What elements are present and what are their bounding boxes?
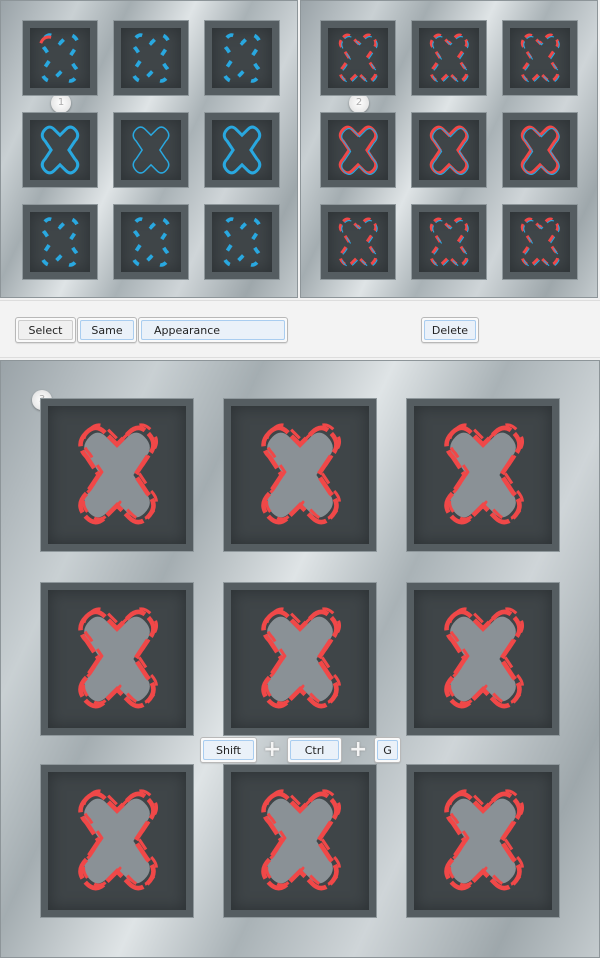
tile-step-2 — [411, 204, 487, 280]
tile-step-1 — [113, 204, 189, 280]
step-badge-1: 1 — [51, 93, 71, 113]
tile-step-3 — [223, 764, 377, 918]
x-shape-icon — [261, 423, 342, 525]
g-label: G — [377, 740, 398, 760]
tile-step-2 — [320, 112, 396, 188]
x-shape-icon — [40, 125, 80, 175]
tile-step-1 — [22, 204, 98, 280]
x-shape-icon — [429, 33, 469, 83]
x-shape-icon — [520, 33, 560, 83]
x-shape-icon — [40, 217, 80, 267]
delete-label: Delete — [424, 320, 476, 340]
tile-step-1 — [113, 20, 189, 96]
x-shape-icon — [222, 33, 262, 83]
x-shape-icon — [338, 217, 378, 267]
select-label: Select — [18, 320, 73, 340]
x-shape-icon — [78, 607, 159, 709]
tile-step-2 — [502, 20, 578, 96]
plus-icon: + — [263, 737, 282, 762]
plus-icon: + — [349, 737, 368, 762]
tile-step-1 — [22, 112, 98, 188]
x-shape-icon — [429, 125, 469, 175]
x-shape-icon — [444, 789, 525, 891]
tile-step-3 — [406, 398, 560, 552]
select-button[interactable]: Select — [15, 317, 76, 343]
tile-step-3 — [40, 764, 194, 918]
x-shape-icon — [131, 33, 171, 83]
x-shape-icon — [78, 423, 159, 525]
tile-step-2 — [411, 112, 487, 188]
tile-step-2 — [411, 20, 487, 96]
x-shape-icon — [261, 789, 342, 891]
step-badge-2: 2 — [349, 93, 369, 113]
shift-label: Shift — [203, 740, 254, 760]
tile-step-1 — [204, 112, 280, 188]
tile-step-1 — [204, 20, 280, 96]
tile-step-3 — [223, 398, 377, 552]
x-shape-icon — [444, 423, 525, 525]
x-shape-icon — [338, 125, 378, 175]
x-shape-icon — [429, 217, 469, 267]
tile-step-2 — [502, 204, 578, 280]
tile-step-3 — [406, 764, 560, 918]
tile-step-2 — [320, 204, 396, 280]
tile-step-1 — [22, 20, 98, 96]
x-shape-icon — [520, 125, 560, 175]
x-shape-icon — [444, 607, 525, 709]
appearance-button[interactable]: Appearance — [138, 317, 288, 343]
x-shape-icon — [261, 607, 342, 709]
tile-step-3 — [40, 582, 194, 736]
x-shape-icon — [338, 33, 378, 83]
x-shape-icon — [132, 126, 170, 174]
same-button[interactable]: Same — [77, 317, 137, 343]
appearance-label: Appearance — [141, 320, 285, 340]
tile-step-2 — [502, 112, 578, 188]
toolbar: Select Same Appearance Delete — [0, 300, 600, 358]
x-shape-icon — [222, 125, 262, 175]
x-shape-icon — [39, 33, 80, 83]
tile-step-1 — [204, 204, 280, 280]
delete-button[interactable]: Delete — [421, 317, 479, 343]
ctrl-label: Ctrl — [290, 740, 339, 760]
x-shape-icon — [222, 217, 262, 267]
tile-step-2 — [320, 20, 396, 96]
same-label: Same — [80, 320, 134, 340]
ctrl-key: Ctrl — [287, 737, 342, 763]
tile-step-3 — [406, 582, 560, 736]
g-key: G — [374, 737, 401, 763]
shift-key: Shift — [200, 737, 257, 763]
x-shape-icon — [520, 217, 560, 267]
tile-step-3 — [40, 398, 194, 552]
x-shape-icon — [131, 217, 171, 267]
tile-step-3 — [223, 582, 377, 736]
x-shape-icon — [78, 789, 159, 891]
tile-step-1 — [113, 112, 189, 188]
